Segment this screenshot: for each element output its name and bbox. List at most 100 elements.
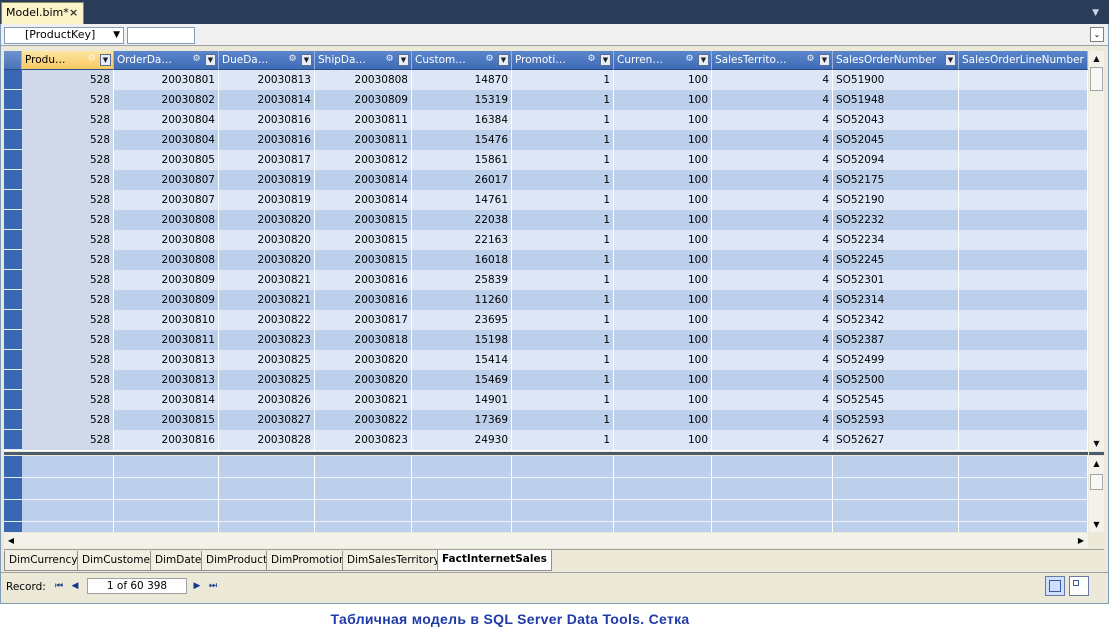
table-cell[interactable]: SO52387 bbox=[833, 330, 959, 350]
measure-cell[interactable] bbox=[412, 500, 512, 522]
first-record-icon[interactable]: ⏮ bbox=[53, 581, 65, 591]
table-cell[interactable]: 4 bbox=[712, 270, 833, 290]
table-cell[interactable]: 22163 bbox=[412, 230, 512, 250]
table-cell[interactable] bbox=[959, 370, 1088, 390]
table-cell[interactable]: 20030801 bbox=[114, 70, 219, 90]
scroll-up-icon[interactable]: ▲ bbox=[1089, 456, 1104, 471]
measure-cell[interactable] bbox=[512, 478, 614, 500]
measure-cell[interactable] bbox=[614, 522, 712, 532]
measure-cell[interactable] bbox=[512, 522, 614, 532]
filter-icon[interactable]: ⚙ bbox=[585, 54, 598, 66]
measure-cell[interactable] bbox=[959, 478, 1088, 500]
measure-cell[interactable] bbox=[114, 522, 219, 532]
row-selector[interactable] bbox=[4, 70, 22, 90]
table-cell[interactable]: 16018 bbox=[412, 250, 512, 270]
table-cell[interactable]: 1 bbox=[512, 270, 614, 290]
horizontal-scrollbar[interactable]: ◀ ▶ bbox=[4, 533, 1088, 548]
table-cell[interactable] bbox=[959, 230, 1088, 250]
table-cell[interactable]: 4 bbox=[712, 210, 833, 230]
table-cell[interactable]: 20030815 bbox=[315, 250, 412, 270]
table-cell[interactable]: 4 bbox=[712, 430, 833, 450]
table-cell[interactable]: 1 bbox=[512, 70, 614, 90]
column-header[interactable]: SalesOrderNumber ▼ bbox=[833, 51, 959, 70]
formula-expand-icon[interactable]: ⌄ bbox=[1090, 27, 1104, 42]
table-cell[interactable]: SO52175 bbox=[833, 170, 959, 190]
table-cell[interactable]: SO52627 bbox=[833, 430, 959, 450]
table-cell[interactable]: 528 bbox=[22, 130, 114, 150]
column-dropdown-icon[interactable]: ▼ bbox=[945, 54, 956, 66]
table-cell[interactable] bbox=[959, 170, 1088, 190]
row-selector[interactable] bbox=[4, 270, 22, 290]
table-cell[interactable]: 20030804 bbox=[114, 110, 219, 130]
table-cell[interactable]: SO52245 bbox=[833, 250, 959, 270]
table-cell[interactable]: 1 bbox=[512, 190, 614, 210]
dropdown-arrow-icon[interactable]: ▼ bbox=[113, 28, 120, 42]
row-selector[interactable] bbox=[4, 330, 22, 350]
measure-cell[interactable] bbox=[614, 478, 712, 500]
table-cell[interactable]: 1 bbox=[512, 290, 614, 310]
table-row[interactable]: 528 20030809 20030821 20030816 25839 1 100 4 SO5… bbox=[4, 270, 1088, 290]
table-cell[interactable]: SO52234 bbox=[833, 230, 959, 250]
scroll-down-icon[interactable]: ▼ bbox=[1089, 517, 1104, 532]
table-cell[interactable]: 4 bbox=[712, 150, 833, 170]
table-cell[interactable]: 20030820 bbox=[219, 210, 315, 230]
row-selector[interactable] bbox=[4, 110, 22, 130]
table-cell[interactable]: 1 bbox=[512, 370, 614, 390]
table-cell[interactable]: 1 bbox=[512, 330, 614, 350]
table-cell[interactable]: 20030808 bbox=[114, 230, 219, 250]
row-selector[interactable] bbox=[4, 430, 22, 450]
table-cell[interactable]: 1 bbox=[512, 170, 614, 190]
measure-row-selector[interactable] bbox=[4, 522, 22, 532]
table-row[interactable]: 528 20030804 20030816 20030811 15476 1 100 4 SO5… bbox=[4, 130, 1088, 150]
table-cell[interactable]: 20030822 bbox=[315, 410, 412, 430]
table-cell[interactable]: 1 bbox=[512, 250, 614, 270]
table-cell[interactable]: 4 bbox=[712, 290, 833, 310]
table-cell[interactable]: SO52342 bbox=[833, 310, 959, 330]
table-cell[interactable]: 20030809 bbox=[114, 270, 219, 290]
table-cell[interactable]: 20030814 bbox=[315, 170, 412, 190]
formula-input[interactable] bbox=[127, 27, 195, 44]
table-cell[interactable]: 4 bbox=[712, 230, 833, 250]
column-dropdown-icon[interactable]: ▼ bbox=[398, 54, 409, 66]
table-row[interactable]: 528 20030813 20030825 20030820 15469 1 100 4 SO5… bbox=[4, 370, 1088, 390]
table-cell[interactable]: 4 bbox=[712, 90, 833, 110]
table-cell[interactable]: 4 bbox=[712, 390, 833, 410]
column-header[interactable]: Produ… ⚙ ▼ bbox=[22, 51, 114, 70]
table-cell[interactable]: 23695 bbox=[412, 310, 512, 330]
table-row[interactable]: 528 20030814 20030826 20030821 14901 1 100 4 SO5… bbox=[4, 390, 1088, 410]
measure-cell[interactable] bbox=[959, 500, 1088, 522]
row-selector[interactable] bbox=[4, 250, 22, 270]
table-row[interactable]: 528 20030813 20030825 20030820 15414 1 100 4 SO5… bbox=[4, 350, 1088, 370]
document-tab-model-bim[interactable]: Model.bim* × bbox=[1, 2, 84, 24]
table-cell[interactable] bbox=[959, 110, 1088, 130]
table-cell[interactable]: 20030812 bbox=[315, 150, 412, 170]
measure-cell[interactable] bbox=[959, 456, 1088, 478]
row-selector[interactable] bbox=[4, 150, 22, 170]
table-cell[interactable]: 20030817 bbox=[315, 310, 412, 330]
table-cell[interactable]: 20030823 bbox=[315, 430, 412, 450]
grid-vertical-scrollbar[interactable]: ▲ ▼ bbox=[1089, 51, 1104, 451]
measure-cell[interactable] bbox=[22, 478, 114, 500]
measure-cell[interactable] bbox=[712, 522, 833, 532]
measure-cell[interactable] bbox=[315, 522, 412, 532]
table-row[interactable]: 528 20030811 20030823 20030818 15198 1 100 4 SO5… bbox=[4, 330, 1088, 350]
row-selector[interactable] bbox=[4, 370, 22, 390]
table-cell[interactable] bbox=[959, 270, 1088, 290]
grid-splitter-end[interactable] bbox=[1089, 452, 1104, 455]
measure-cell[interactable] bbox=[512, 456, 614, 478]
measure-cell[interactable] bbox=[22, 500, 114, 522]
table-cell[interactable] bbox=[959, 70, 1088, 90]
table-cell[interactable]: 20030810 bbox=[114, 310, 219, 330]
table-cell[interactable]: 20030802 bbox=[114, 90, 219, 110]
measure-cell[interactable] bbox=[114, 456, 219, 478]
row-selector[interactable] bbox=[4, 130, 22, 150]
table-cell[interactable]: 20030814 bbox=[315, 190, 412, 210]
column-header[interactable]: Curren… ⚙ ▼ bbox=[614, 51, 712, 70]
table-cell[interactable] bbox=[959, 330, 1088, 350]
table-cell[interactable]: 1 bbox=[512, 90, 614, 110]
measure-cell[interactable] bbox=[712, 456, 833, 478]
table-cell[interactable]: 528 bbox=[22, 350, 114, 370]
table-cell[interactable]: 20030816 bbox=[219, 110, 315, 130]
row-selector[interactable] bbox=[4, 190, 22, 210]
table-cell[interactable]: 1 bbox=[512, 130, 614, 150]
